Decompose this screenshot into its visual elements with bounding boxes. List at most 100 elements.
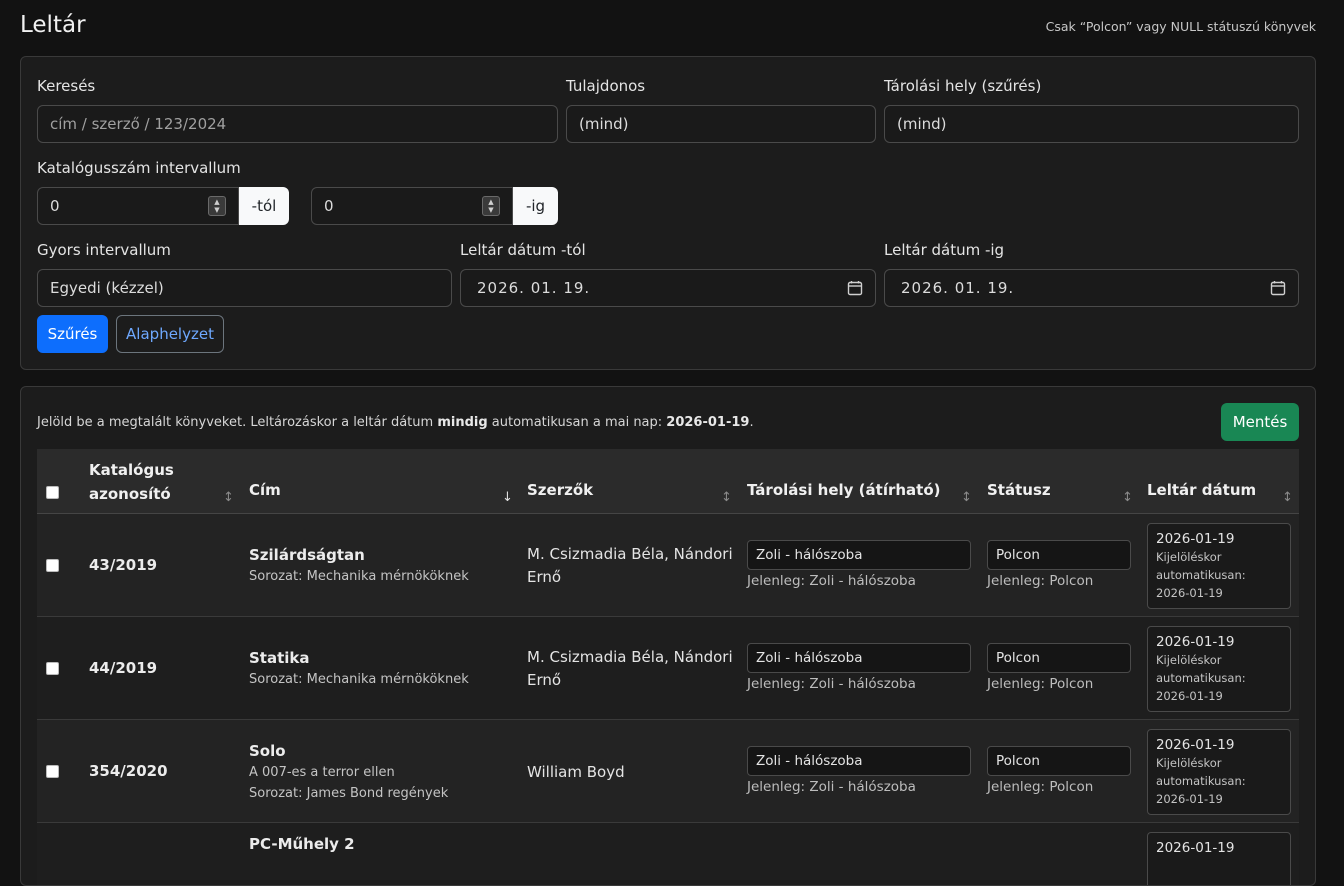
- storage-input[interactable]: Zoli - hálószoba: [747, 643, 971, 673]
- info-text: Jelöld be a megtalált könyveket. Leltáro…: [37, 415, 438, 430]
- col-inventory-date[interactable]: Leltár dátum: [1147, 465, 1256, 514]
- select-all-checkbox[interactable]: [46, 486, 59, 499]
- date-note: 2026-01-19: [1156, 586, 1223, 600]
- col-catalog-label: azonosító: [89, 484, 171, 503]
- inventory-info: Jelöld be a megtalált könyveket. Leltáro…: [37, 415, 754, 430]
- row-checkbox[interactable]: [46, 662, 59, 675]
- catalog-range-label: Katalógusszám intervallum: [37, 159, 241, 177]
- book-series: Sorozat: Mechanika mérnököknek: [249, 569, 469, 584]
- catalog-from-input[interactable]: 0 ▲ ▼: [37, 187, 239, 225]
- table-header: Katalógus azonosító ↕ Cím ↓ Szerzők ↕ Tá…: [37, 449, 1299, 514]
- quick-range-label: Gyors intervallum: [37, 241, 171, 259]
- catalog-to-suffix: -ig: [513, 187, 558, 225]
- inventory-date-box: 2026-01-19 Kijelöléskor automatikusan: 2…: [1147, 626, 1291, 712]
- page-title: Leltár: [20, 12, 86, 38]
- status-input[interactable]: Polcon: [987, 643, 1131, 673]
- storage-input[interactable]: Zoli - hálószoba: [747, 746, 971, 776]
- quick-range-select[interactable]: Egyedi (kézzel): [37, 269, 452, 307]
- col-status[interactable]: Státusz: [987, 465, 1051, 514]
- inventory-date-box: 2026-01-19 Kijelöléskor automatikusan: 2…: [1147, 729, 1291, 815]
- storage-current: Jelenleg: Zoli - hálószoba: [747, 573, 916, 589]
- date-from-label: Leltár dátum -tól: [460, 241, 586, 259]
- date-note: 2026-01-19: [1156, 792, 1223, 806]
- row-checkbox[interactable]: [46, 559, 59, 572]
- col-authors[interactable]: Szerzők: [527, 465, 593, 514]
- catalog-id: 44/2019: [89, 659, 158, 677]
- search-input[interactable]: cím / szerző / 123/2024: [37, 105, 558, 143]
- owner-select[interactable]: (mind): [566, 105, 876, 143]
- authors-line: William Boyd: [527, 763, 625, 781]
- catalog-id: 354/2020: [89, 762, 168, 780]
- date-to-value: 2026. 01. 19.: [901, 279, 1015, 297]
- catalog-to-value: 0: [324, 197, 334, 215]
- table-row: 43/2019 Szilárdságtan Sorozat: Mechanika…: [37, 514, 1299, 617]
- book-authors: William Boyd: [527, 761, 625, 784]
- catalog-to-input[interactable]: 0 ▲ ▼: [311, 187, 513, 225]
- authors-line: M. Csizmadia Béla, Nándori: [527, 545, 733, 563]
- table-row: 354/2020 Solo A 007-es a terror ellen So…: [37, 720, 1299, 823]
- storage-input[interactable]: Zoli - hálószoba: [747, 540, 971, 570]
- book-subtitle: A 007-es a terror ellen: [249, 765, 395, 780]
- storage-filter-select[interactable]: (mind): [884, 105, 1299, 143]
- col-catalog-id[interactable]: Katalógus azonosító: [89, 449, 174, 514]
- catalog-id: 43/2019: [89, 556, 158, 574]
- info-bold: mindig: [437, 415, 488, 430]
- col-storage[interactable]: Tárolási hely (átírható): [747, 465, 941, 514]
- date-to-label: Leltár dátum -ig: [884, 241, 1005, 259]
- date-note: automatikusan:: [1156, 774, 1246, 788]
- inventory-date-box: 2026-01-19: [1147, 832, 1291, 885]
- filter-button[interactable]: Szűrés: [37, 315, 108, 353]
- book-authors: M. Csizmadia Béla, Nándori Ernő: [527, 543, 733, 589]
- storage-filter-label: Tárolási hely (szűrés): [884, 77, 1042, 95]
- storage-current: Jelenleg: Zoli - hálószoba: [747, 676, 916, 692]
- status-current: Jelenleg: Polcon: [987, 676, 1094, 692]
- calendar-icon[interactable]: [847, 280, 863, 296]
- col-title[interactable]: Cím: [249, 465, 281, 514]
- book-title: Szilárdságtan: [249, 546, 365, 564]
- date-note: Kijelöléskor: [1156, 756, 1222, 770]
- inventory-date: 2026-01-19: [1156, 634, 1235, 650]
- book-title: Solo: [249, 742, 286, 760]
- save-button[interactable]: Mentés: [1221, 403, 1299, 441]
- book-title: Statika: [249, 649, 310, 667]
- catalog-from-value: 0: [50, 197, 60, 215]
- book-series: Sorozat: James Bond regények: [249, 786, 449, 801]
- status-current: Jelenleg: Polcon: [987, 779, 1094, 795]
- status-input[interactable]: Polcon: [987, 540, 1131, 570]
- search-label: Keresés: [37, 77, 96, 95]
- page-note: Csak “Polcon” vagy NULL státuszú könyvek: [1045, 19, 1316, 34]
- inventory-date: 2026-01-19: [1156, 737, 1235, 753]
- authors-line: Ernő: [527, 671, 562, 689]
- reset-button[interactable]: Alaphelyzet: [116, 315, 224, 353]
- date-note: Kijelöléskor: [1156, 653, 1222, 667]
- book-authors: M. Csizmadia Béla, Nándori Ernő: [527, 646, 733, 692]
- date-from-input[interactable]: 2026. 01. 19.: [460, 269, 876, 307]
- authors-line: M. Csizmadia Béla, Nándori: [527, 648, 733, 666]
- authors-line: Ernő: [527, 568, 562, 586]
- spinner-icon[interactable]: ▲ ▼: [482, 196, 500, 216]
- status-input[interactable]: Polcon: [987, 746, 1131, 776]
- book-series: Sorozat: Mechanika mérnököknek: [249, 672, 469, 687]
- book-title: PC-Műhely 2: [249, 835, 355, 853]
- date-note: Kijelöléskor: [1156, 550, 1222, 564]
- table-row: 44/2019 Statika Sorozat: Mechanika mérnö…: [37, 617, 1299, 720]
- date-note: automatikusan:: [1156, 671, 1246, 685]
- catalog-from-suffix: -tól: [239, 187, 289, 225]
- calendar-icon[interactable]: [1270, 280, 1286, 296]
- table-row: PC-Műhely 2 2026-01-19: [37, 823, 1299, 885]
- status-current: Jelenleg: Polcon: [987, 573, 1094, 589]
- date-note: 2026-01-19: [1156, 689, 1223, 703]
- row-checkbox[interactable]: [46, 765, 59, 778]
- inventory-panel: Jelöld be a megtalált könyveket. Leltáro…: [20, 386, 1316, 886]
- spinner-icon[interactable]: ▲ ▼: [208, 196, 226, 216]
- filter-panel: Keresés cím / szerző / 123/2024 Tulajdon…: [20, 56, 1316, 370]
- inventory-date: 2026-01-19: [1156, 840, 1235, 856]
- col-catalog-label: Katalógus: [89, 460, 174, 479]
- date-note: automatikusan:: [1156, 568, 1246, 582]
- date-to-input[interactable]: 2026. 01. 19.: [884, 269, 1299, 307]
- date-from-value: 2026. 01. 19.: [477, 279, 591, 297]
- storage-current: Jelenleg: Zoli - hálószoba: [747, 779, 916, 795]
- info-date: 2026-01-19: [666, 415, 750, 430]
- inventory-date-box: 2026-01-19 Kijelöléskor automatikusan: 2…: [1147, 523, 1291, 609]
- inventory-date: 2026-01-19: [1156, 531, 1235, 547]
